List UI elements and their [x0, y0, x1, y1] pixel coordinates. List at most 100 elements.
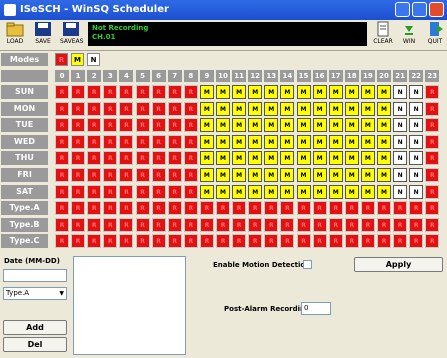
schedule-cell[interactable]: R: [119, 168, 134, 182]
schedule-cell[interactable]: R: [393, 201, 408, 216]
row-label-fri[interactable]: FRI: [1, 168, 48, 182]
schedule-cell[interactable]: R: [103, 118, 118, 133]
schedule-cell[interactable]: M: [344, 85, 359, 99]
hour-header-3[interactable]: 3: [103, 70, 118, 82]
schedule-cell[interactable]: R: [425, 134, 440, 149]
win-button[interactable]: WIN: [398, 21, 420, 48]
date-input[interactable]: [3, 269, 67, 282]
schedule-cell[interactable]: M: [248, 85, 263, 99]
schedule-cell[interactable]: R: [103, 168, 118, 182]
schedule-cell[interactable]: M: [216, 184, 230, 199]
schedule-cell[interactable]: R: [119, 201, 134, 216]
schedule-cell[interactable]: M: [312, 168, 327, 182]
schedule-cell[interactable]: R: [119, 217, 134, 232]
schedule-cell[interactable]: M: [312, 85, 327, 99]
schedule-cell[interactable]: R: [55, 118, 69, 133]
schedule-cell[interactable]: M: [296, 134, 311, 149]
schedule-cell[interactable]: R: [71, 168, 86, 182]
schedule-cell[interactable]: M: [280, 168, 295, 182]
schedule-cell[interactable]: R: [183, 118, 198, 133]
schedule-cell[interactable]: R: [71, 201, 86, 216]
schedule-cell[interactable]: M: [360, 168, 375, 182]
schedule-cell[interactable]: N: [409, 134, 424, 149]
schedule-cell[interactable]: M: [232, 134, 247, 149]
schedule-cell[interactable]: R: [135, 85, 150, 99]
schedule-cell[interactable]: N: [409, 168, 424, 182]
schedule-cell[interactable]: N: [393, 101, 408, 116]
motion-detection-checkbox[interactable]: [303, 260, 312, 269]
schedule-cell[interactable]: R: [344, 217, 359, 232]
schedule-cell[interactable]: M: [199, 151, 214, 166]
schedule-cell[interactable]: N: [409, 151, 424, 166]
schedule-cell[interactable]: N: [409, 118, 424, 133]
schedule-cell[interactable]: M: [199, 118, 214, 133]
schedule-cell[interactable]: R: [167, 201, 182, 216]
schedule-cell[interactable]: N: [409, 184, 424, 199]
schedule-cell[interactable]: M: [232, 85, 247, 99]
schedule-cell[interactable]: R: [377, 201, 391, 216]
schedule-cell[interactable]: M: [328, 184, 343, 199]
schedule-cell[interactable]: M: [312, 134, 327, 149]
row-label-wed[interactable]: WED: [1, 134, 48, 149]
schedule-cell[interactable]: R: [55, 151, 69, 166]
schedule-cell[interactable]: M: [232, 118, 247, 133]
close-button[interactable]: [429, 2, 444, 17]
schedule-cell[interactable]: R: [248, 234, 263, 249]
schedule-cell[interactable]: R: [425, 201, 440, 216]
schedule-cell[interactable]: R: [135, 168, 150, 182]
schedule-cell[interactable]: R: [264, 217, 279, 232]
schedule-cell[interactable]: R: [135, 101, 150, 116]
schedule-cell[interactable]: R: [135, 134, 150, 149]
schedule-cell[interactable]: R: [199, 201, 214, 216]
schedule-cell[interactable]: R: [167, 217, 182, 232]
schedule-cell[interactable]: M: [216, 101, 230, 116]
row-label-sun[interactable]: SUN: [1, 85, 48, 99]
schedule-cell[interactable]: R: [119, 184, 134, 199]
row-label-thu[interactable]: THU: [1, 151, 48, 166]
date-list[interactable]: [73, 256, 186, 355]
schedule-cell[interactable]: R: [151, 217, 166, 232]
schedule-cell[interactable]: R: [425, 118, 440, 133]
schedule-cell[interactable]: M: [232, 184, 247, 199]
hour-header-0[interactable]: 0: [55, 70, 69, 82]
schedule-cell[interactable]: R: [55, 217, 69, 232]
schedule-cell[interactable]: R: [119, 234, 134, 249]
schedule-cell[interactable]: M: [264, 168, 279, 182]
schedule-cell[interactable]: M: [328, 151, 343, 166]
schedule-cell[interactable]: R: [167, 184, 182, 199]
schedule-cell[interactable]: R: [167, 151, 182, 166]
schedule-cell[interactable]: R: [71, 118, 86, 133]
schedule-cell[interactable]: N: [393, 151, 408, 166]
schedule-cell[interactable]: M: [199, 184, 214, 199]
schedule-cell[interactable]: R: [409, 201, 424, 216]
schedule-cell[interactable]: M: [199, 101, 214, 116]
schedule-cell[interactable]: R: [425, 234, 440, 249]
schedule-cell[interactable]: R: [71, 151, 86, 166]
schedule-cell[interactable]: R: [71, 217, 86, 232]
hour-header-5[interactable]: 5: [135, 70, 150, 82]
schedule-cell[interactable]: R: [87, 101, 102, 116]
schedule-cell[interactable]: M: [199, 134, 214, 149]
schedule-cell[interactable]: R: [55, 168, 69, 182]
schedule-cell[interactable]: R: [425, 184, 440, 199]
schedule-cell[interactable]: R: [264, 201, 279, 216]
schedule-cell[interactable]: M: [377, 151, 391, 166]
schedule-cell[interactable]: M: [328, 85, 343, 99]
schedule-cell[interactable]: R: [328, 201, 343, 216]
hour-header-1[interactable]: 1: [71, 70, 86, 82]
schedule-cell[interactable]: M: [280, 118, 295, 133]
schedule-cell[interactable]: R: [151, 234, 166, 249]
row-label-tue[interactable]: TUE: [1, 118, 48, 133]
hour-header-23[interactable]: 23: [425, 70, 440, 82]
schedule-cell[interactable]: M: [344, 134, 359, 149]
schedule-cell[interactable]: M: [312, 101, 327, 116]
schedule-cell[interactable]: M: [328, 101, 343, 116]
schedule-cell[interactable]: R: [425, 168, 440, 182]
hour-header-15[interactable]: 15: [296, 70, 311, 82]
schedule-cell[interactable]: R: [151, 85, 166, 99]
hour-header-9[interactable]: 9: [199, 70, 214, 82]
schedule-cell[interactable]: R: [280, 217, 295, 232]
schedule-cell[interactable]: R: [71, 85, 86, 99]
schedule-cell[interactable]: M: [216, 118, 230, 133]
schedule-cell[interactable]: R: [328, 234, 343, 249]
